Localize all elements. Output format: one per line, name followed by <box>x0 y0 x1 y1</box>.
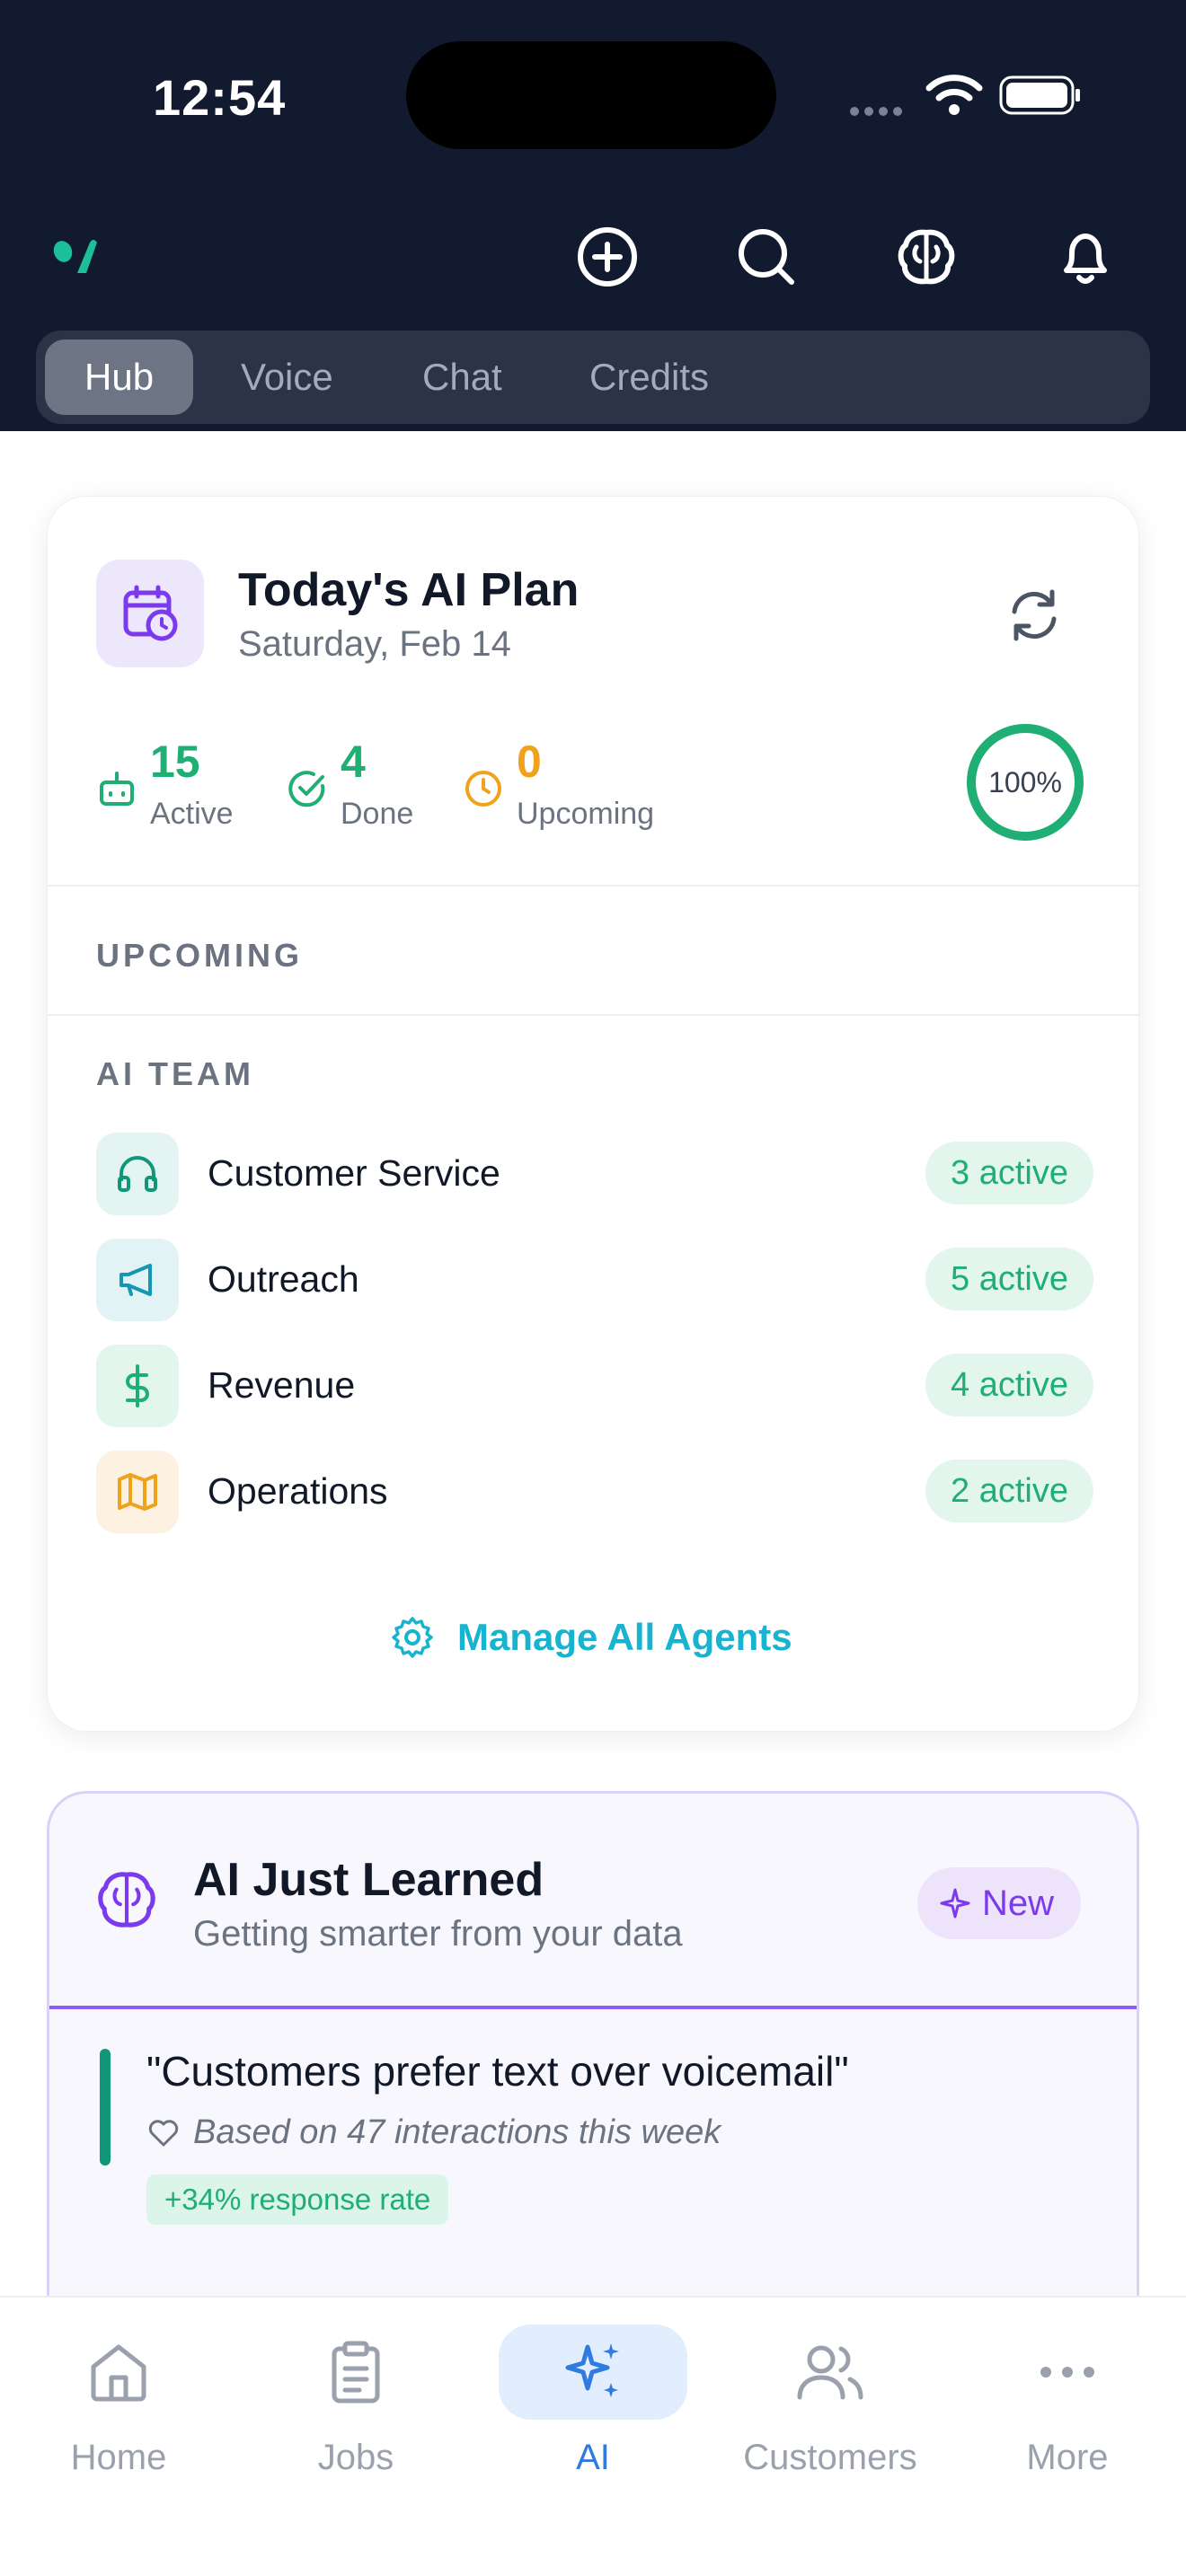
accent-divider <box>49 2006 1137 2009</box>
manage-all-agents-button[interactable]: Manage All Agents <box>389 1601 792 1673</box>
stat-active-label: Active <box>150 797 234 831</box>
tab-chat[interactable]: Chat <box>383 340 542 415</box>
tab-hub[interactable]: Hub <box>45 340 194 415</box>
tab-more[interactable]: More <box>960 2316 1175 2495</box>
clock-icon <box>465 771 501 807</box>
ai-team-section-label: AI TEAM <box>96 1055 254 1092</box>
headphones-icon <box>96 1133 179 1215</box>
divider <box>48 1014 1140 1016</box>
insight-accent-bar <box>100 2049 111 2166</box>
stat-upcoming-label: Upcoming <box>517 797 655 831</box>
heart-icon <box>148 2119 179 2146</box>
agent-active-badge: 3 active <box>925 1142 1093 1204</box>
stat-done-label: Done <box>341 797 414 831</box>
agent-name: Operations <box>208 1470 388 1512</box>
agent-row-revenue[interactable]: Revenue 4 active <box>96 1345 1093 1427</box>
tab-jobs[interactable]: Jobs <box>248 2316 464 2495</box>
more-dots-icon <box>973 2325 1162 2420</box>
agent-name: Revenue <box>208 1364 356 1406</box>
home-icon <box>24 2325 213 2420</box>
agent-active-badge: 2 active <box>925 1460 1093 1522</box>
dollar-icon <box>96 1345 179 1427</box>
learned-title: AI Just Learned <box>193 1854 544 1906</box>
stat-upcoming-value: 0 <box>517 737 542 787</box>
agent-name: Customer Service <box>208 1152 500 1194</box>
gear-icon <box>392 1617 433 1658</box>
bell-icon[interactable] <box>1051 223 1120 291</box>
map-icon <box>96 1451 179 1533</box>
tab-voice[interactable]: Voice <box>201 340 373 415</box>
brain-icon[interactable] <box>892 223 960 291</box>
agent-active-badge: 5 active <box>925 1248 1093 1310</box>
insight-quote: "Customers prefer text over voicemail" <box>146 2048 849 2095</box>
plan-title: Today's AI Plan <box>238 564 580 616</box>
agent-row-operations[interactable]: Operations 2 active <box>96 1451 1093 1533</box>
brain-icon <box>98 1872 155 1928</box>
agent-row-customer-service[interactable]: Customer Service 3 active <box>96 1133 1093 1215</box>
tab-home[interactable]: Home <box>11 2316 226 2495</box>
tab-label: Customers <box>743 2438 917 2477</box>
stat-done-value: 4 <box>341 737 366 787</box>
insight-basis: Based on 47 interactions this week <box>146 2113 721 2152</box>
manage-all-agents-label: Manage All Agents <box>457 1616 792 1658</box>
segment-control: Hub Voice Chat Credits <box>36 331 1150 424</box>
tab-label: Home <box>70 2438 167 2477</box>
agent-active-badge: 4 active <box>925 1354 1093 1416</box>
megaphone-icon <box>96 1239 179 1321</box>
dynamic-island <box>406 41 776 149</box>
new-badge-label: New <box>982 1883 1055 1923</box>
calendar-clock-icon <box>96 560 204 667</box>
tab-label: AI <box>576 2438 610 2477</box>
tab-label: Jobs <box>317 2438 394 2477</box>
tab-credits[interactable]: Credits <box>550 340 748 415</box>
robot-icon <box>100 772 134 806</box>
divider <box>48 885 1140 887</box>
insight-basis-text: Based on 47 interactions this week <box>193 2113 721 2151</box>
learned-subtitle: Getting smarter from your data <box>193 1914 683 1954</box>
ai-plan-card: Today's AI Plan Saturday, Feb 14 15 Acti… <box>47 496 1140 1732</box>
clipboard-icon <box>261 2325 450 2420</box>
agent-name: Outreach <box>208 1258 359 1300</box>
tab-ai[interactable]: AI <box>485 2316 701 2495</box>
plan-date: Saturday, Feb 14 <box>238 624 511 664</box>
refresh-icon[interactable] <box>1002 583 1067 648</box>
status-time: 12:54 <box>153 69 287 126</box>
tab-label: More <box>1026 2438 1109 2477</box>
add-circle-icon[interactable] <box>573 223 642 291</box>
app-logo[interactable] <box>50 237 101 277</box>
app-header: 12:54 Hub Voice Chat Credits <box>0 0 1186 431</box>
insight-impact-badge: +34% response rate <box>146 2175 449 2225</box>
progress-percent: 100% <box>988 765 1062 798</box>
battery-icon <box>999 75 1080 115</box>
users-icon <box>736 2325 925 2420</box>
stat-active-value: 15 <box>150 737 200 787</box>
agent-row-outreach[interactable]: Outreach 5 active <box>96 1239 1093 1321</box>
search-icon[interactable] <box>732 223 801 291</box>
sparkles-icon <box>499 2325 687 2420</box>
tab-customers[interactable]: Customers <box>722 2316 938 2495</box>
check-circle-icon <box>288 771 325 807</box>
cellular-signal-icon <box>850 104 907 116</box>
bottom-tab-bar: Home Jobs AI Customers More <box>0 2296 1186 2576</box>
wifi-icon <box>925 75 983 115</box>
upcoming-section-label[interactable]: UPCOMING <box>96 937 303 975</box>
new-badge: New <box>917 1867 1082 1939</box>
sparkle-icon <box>940 1888 970 1919</box>
